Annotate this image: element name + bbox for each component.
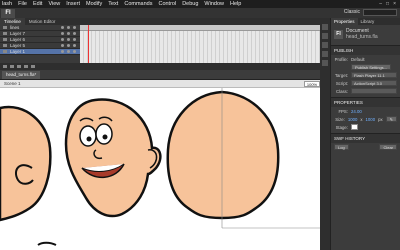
- profile-value: Default: [351, 56, 365, 62]
- menu-file[interactable]: File: [18, 1, 27, 7]
- panel-icon-strip: [320, 18, 330, 250]
- delete-layer-icon[interactable]: [17, 65, 21, 68]
- log-button[interactable]: Log: [334, 144, 349, 150]
- timeline-controls: [0, 63, 328, 70]
- layer-toggles[interactable]: [61, 38, 76, 41]
- fla-file-icon: Fl: [334, 29, 343, 39]
- maximize-icon[interactable]: □: [386, 1, 389, 7]
- stage-artwork: [0, 88, 322, 246]
- layer-icon: [3, 44, 7, 47]
- menu-modify[interactable]: Modify: [86, 1, 102, 7]
- properties-panel: Properties Library Fl Document head_turn…: [330, 18, 400, 250]
- info-panel-icon[interactable]: [322, 51, 328, 57]
- clear-button[interactable]: Clear: [379, 144, 397, 150]
- layer-icon: [3, 32, 7, 35]
- size-label: Size:: [335, 116, 345, 122]
- layer-toggles[interactable]: [61, 50, 76, 53]
- swatches-panel-icon[interactable]: [322, 33, 328, 39]
- tab-library[interactable]: Library: [358, 18, 378, 25]
- menu-window[interactable]: Window: [204, 1, 224, 7]
- layer-name: lines: [10, 25, 20, 30]
- script-select[interactable]: ActionScript 3.0: [351, 80, 397, 86]
- close-icon[interactable]: ×: [393, 1, 396, 7]
- class-label: Class:: [336, 88, 348, 94]
- layer-name: Layer 1: [10, 49, 26, 54]
- menu-help[interactable]: Help: [230, 1, 241, 7]
- app-toolbar: Fl Classic: [0, 8, 400, 18]
- publish-section-header[interactable]: PUBLISH: [331, 45, 400, 55]
- edit-bar: Scene 1 100%: [0, 80, 328, 88]
- menu-control[interactable]: Control: [158, 1, 176, 7]
- layer-toggles[interactable]: [61, 26, 76, 29]
- fps-value[interactable]: 24.00: [351, 109, 362, 114]
- document-tab[interactable]: head_turns.fla*: [2, 71, 41, 79]
- target-label: Target:: [334, 72, 348, 78]
- layer-name: Layer 6: [10, 37, 26, 42]
- scene-label[interactable]: Scene 1: [4, 81, 21, 86]
- stage-label: Stage:: [335, 124, 348, 130]
- new-layer-icon[interactable]: [3, 65, 7, 68]
- edit-size-button[interactable]: ✎: [385, 116, 397, 122]
- head-back-view: [0, 105, 52, 222]
- swf-history-section-header[interactable]: SWF HISTORY: [331, 133, 400, 143]
- app-name: lash: [2, 1, 13, 7]
- play-icon[interactable]: [24, 65, 28, 68]
- onion-skin-icon[interactable]: [31, 65, 35, 68]
- publish-settings-button[interactable]: Publish Settings...: [351, 64, 392, 70]
- flash-logo: Fl: [1, 8, 15, 18]
- doc-name: head_turns.fla: [346, 34, 378, 40]
- layer-name: Layer 7: [10, 31, 26, 36]
- target-select[interactable]: Flash Player 11.1: [351, 72, 397, 78]
- layer-icon: [3, 26, 7, 29]
- new-folder-icon[interactable]: [10, 65, 14, 68]
- profile-label: Profile:: [334, 56, 348, 62]
- frame-grid[interactable]: [80, 25, 328, 63]
- size-unit: px: [378, 116, 383, 122]
- tab-timeline[interactable]: Timeline: [0, 18, 25, 25]
- head-front-view: [64, 98, 162, 218]
- layer-name: Layer 5: [10, 43, 26, 48]
- left-eye: [79, 125, 97, 147]
- menu-debug[interactable]: Debug: [182, 1, 198, 7]
- menu-text[interactable]: Text: [108, 1, 118, 7]
- menu-edit[interactable]: Edit: [33, 1, 42, 7]
- layer-icon: [3, 50, 7, 53]
- workspace-switcher[interactable]: Classic: [344, 9, 360, 15]
- document-info: Fl Document head_turns.fla: [331, 25, 400, 43]
- document-tab-bar: head_turns.fla*: [0, 70, 328, 80]
- size-width[interactable]: 1000: [348, 117, 358, 122]
- frame-ruler[interactable]: [80, 25, 328, 31]
- class-input[interactable]: [351, 88, 397, 94]
- size-height[interactable]: 1000: [366, 117, 376, 122]
- minimize-icon[interactable]: –: [379, 1, 382, 7]
- menu-bar: lash File Edit View Insert Modify Text C…: [0, 0, 400, 8]
- layer-icon: [3, 38, 7, 41]
- menu-view[interactable]: View: [48, 1, 60, 7]
- menu-insert[interactable]: Insert: [66, 1, 80, 7]
- help-search-input[interactable]: [363, 9, 397, 16]
- menu-commands[interactable]: Commands: [124, 1, 152, 7]
- size-separator: x: [360, 116, 363, 122]
- align-panel-icon[interactable]: [322, 42, 328, 48]
- timeline-panel: Timeline Motion Editor lines Layer 7 Lay…: [0, 18, 328, 70]
- properties-section-header[interactable]: PROPERTIES: [331, 97, 400, 107]
- zoom-select[interactable]: 100%: [304, 81, 320, 87]
- head-side-view: [166, 90, 280, 220]
- tab-properties[interactable]: Properties: [331, 18, 358, 25]
- stage-canvas[interactable]: [0, 88, 322, 250]
- transform-panel-icon[interactable]: [322, 60, 328, 66]
- window-controls: – □ ×: [379, 1, 396, 7]
- layer-row-selected[interactable]: Layer 1: [0, 49, 80, 55]
- layer-toggles[interactable]: [61, 32, 76, 35]
- playhead[interactable]: [88, 25, 89, 63]
- script-label: Script:: [335, 80, 348, 86]
- fps-label: FPS:: [338, 108, 348, 114]
- stage-color-swatch[interactable]: [351, 124, 358, 130]
- layer-toggles[interactable]: [61, 44, 76, 47]
- color-panel-icon[interactable]: [322, 24, 328, 30]
- ear-icon: [14, 164, 34, 185]
- tab-motion-editor[interactable]: Motion Editor: [25, 18, 60, 25]
- right-eye: [95, 123, 113, 145]
